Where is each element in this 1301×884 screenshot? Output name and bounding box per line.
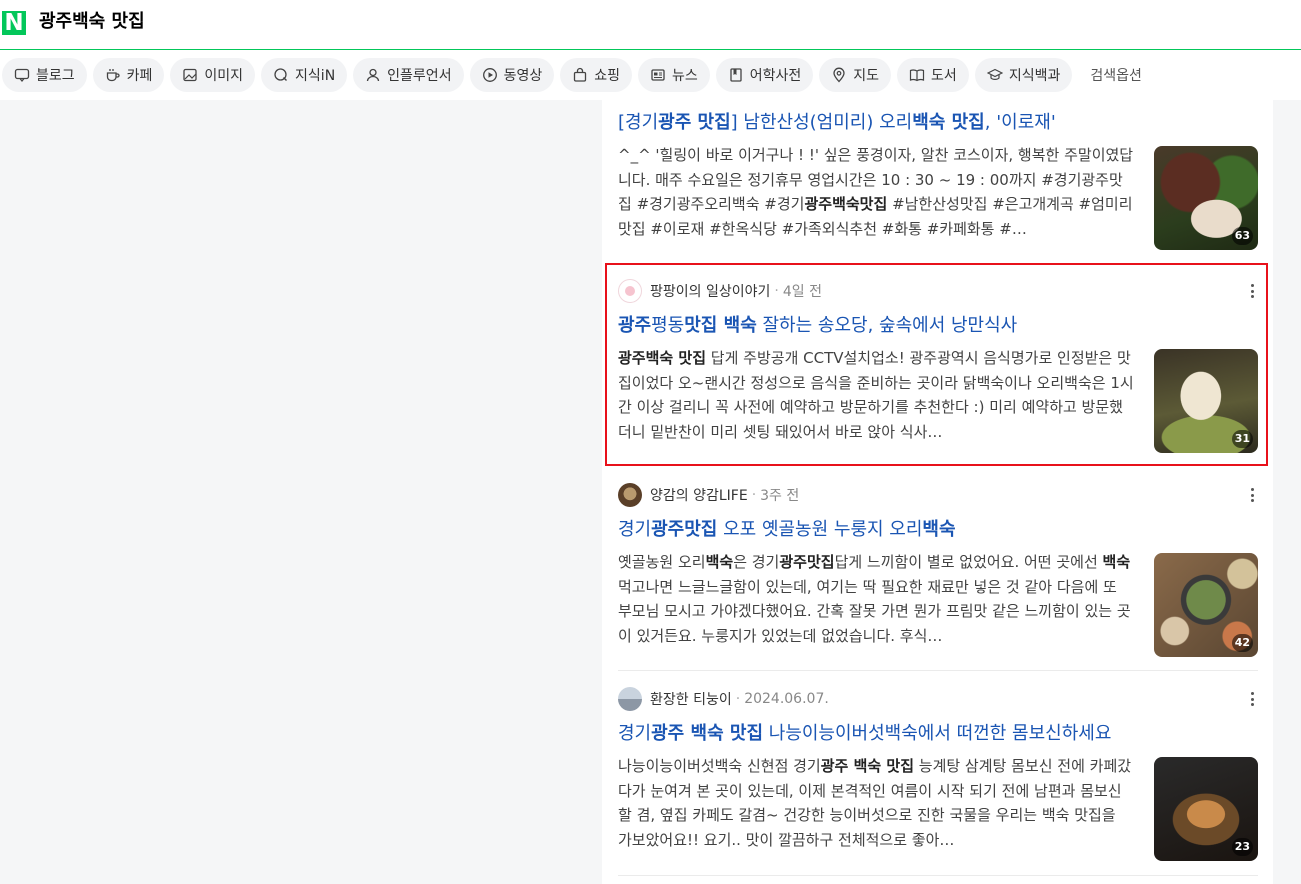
highlight-box	[605, 263, 1268, 466]
meta-separator: ·	[735, 691, 741, 707]
tab-label: 도서	[931, 68, 957, 84]
result-item-4: 환장한 티눙이 · 2024.06.07. 경기광주 백숙 맛집 나능이능이버섯…	[618, 686, 1258, 861]
meta-separator: ·	[751, 487, 757, 503]
text-segment: 오포 옛골농원 누룽지 오리	[717, 519, 923, 540]
highlighted-keyword: 광주 백숙 맛집	[820, 757, 914, 775]
author-name[interactable]: 환장한 티눙이	[650, 689, 732, 709]
blog-icon	[14, 67, 30, 83]
highlighted-keyword: 백숙	[1102, 553, 1131, 571]
post-time: 2024.06.07.	[744, 691, 829, 707]
highlighted-keyword: 광주백숙맛집	[804, 195, 888, 213]
more-options-icon[interactable]	[1246, 690, 1258, 708]
result-item-3: 양감의 양감LIFE · 3주 전 경기광주맛집 오포 옛골농원 누룽지 오리백…	[618, 482, 1258, 657]
more-options-icon[interactable]	[1246, 486, 1258, 504]
result-thumbnail[interactable]: 23	[1154, 757, 1258, 861]
image-count-badge: 42	[1231, 634, 1253, 652]
tab-label: 지식백과	[1008, 68, 1061, 84]
map-pin-icon	[831, 67, 847, 83]
text-segment: , '이로재'	[984, 112, 1056, 133]
result-divider	[618, 875, 1258, 876]
tab-label: 블로그	[36, 68, 75, 84]
image-count-badge: 23	[1231, 838, 1253, 856]
text-segment: ] 남한산성(엄미리) 오리	[730, 112, 913, 133]
qa-icon	[273, 67, 289, 83]
tab-label: 이미지	[204, 68, 244, 84]
tab-label: 카페	[126, 68, 153, 84]
tab-cafe[interactable]: 카페	[92, 58, 165, 92]
image-icon	[182, 67, 198, 83]
tab-label: 어학사전	[749, 68, 802, 84]
tab-label: 동영상	[503, 68, 543, 84]
tab-kin[interactable]: 지식iN	[261, 58, 348, 92]
open-book-icon	[909, 67, 925, 83]
result-title[interactable]: 경기광주맛집 오포 옛골농원 누룽지 오리백숙	[618, 517, 1258, 543]
author-avatar[interactable]	[618, 483, 642, 507]
tab-label: 인플루언서	[387, 68, 452, 84]
search-tabs: 블로그 카페 이미지 지식iN 인플루언서 동영상 쇼핑 뉴스 어학사전 지도 …	[2, 58, 1154, 92]
highlighted-keyword: 광주맛집	[779, 553, 835, 571]
text-segment: 나능이능이버섯백숙 신현점 경기	[618, 757, 821, 775]
person-icon	[365, 67, 381, 83]
image-count-badge: 63	[1231, 227, 1253, 245]
highlighted-keyword: 광주 맛집	[658, 112, 731, 133]
grad-cap-icon	[986, 67, 1003, 83]
author-avatar[interactable]	[618, 687, 642, 711]
author-name[interactable]: 양감의 양감LIFE	[650, 485, 748, 505]
text-segment: 옛골농원 오리	[618, 553, 706, 571]
text-segment: 먹고나면 느글느글함이 있는데, 여기는 딱 필요한 재료만 넣은 것 같아 다…	[618, 577, 1131, 645]
highlighted-keyword: 광주 백숙 맛집	[651, 723, 764, 744]
highlighted-keyword: 백숙	[705, 553, 734, 571]
tab-label: 지식iN	[295, 68, 336, 84]
tab-encyclopedia[interactable]: 지식백과	[974, 58, 1073, 92]
text-segment: 은 경기	[733, 553, 780, 571]
highlighted-keyword: 광주맛집	[651, 519, 718, 540]
bag-icon	[572, 67, 588, 83]
tab-label: 지도	[853, 68, 880, 84]
text-segment: 경기	[618, 519, 652, 540]
tab-video[interactable]: 동영상	[469, 58, 555, 92]
result-description[interactable]: 나능이능이버섯백숙 신현점 경기광주 백숙 맛집 능계탕 삼계탕 몸보신 전에 …	[618, 754, 1134, 861]
result-divider	[618, 670, 1258, 671]
search-options-button[interactable]: 검색옵션	[1078, 58, 1154, 92]
text-segment: 경기	[618, 723, 652, 744]
cafe-icon	[105, 67, 121, 83]
tab-dictionary[interactable]: 어학사전	[715, 58, 814, 92]
news-icon	[650, 67, 666, 83]
tab-news[interactable]: 뉴스	[637, 58, 710, 92]
search-query[interactable]: 광주백숙 맛집	[39, 8, 145, 36]
tab-label: 뉴스	[671, 68, 698, 84]
result-description[interactable]: 옛골농원 오리백숙은 경기광주맛집답게 느끼함이 별로 없었어요. 어떤 곳에선…	[618, 550, 1134, 657]
result-description[interactable]: ^_^ '힐링이 바로 이거구나 ! !' 싶은 풍경이자, 알찬 코스이자, …	[618, 143, 1134, 250]
tab-books[interactable]: 도서	[897, 58, 969, 92]
result-title[interactable]: [경기광주 맛집] 남한산성(엄미리) 오리백숙 맛집, '이로재'	[618, 110, 1258, 136]
result-title[interactable]: 경기광주 백숙 맛집 나능이능이버섯백숙에서 떠껀한 몸보신하세요	[618, 721, 1258, 747]
result-item-1: [경기광주 맛집] 남한산성(엄미리) 오리백숙 맛집, '이로재' ^_^ '…	[618, 110, 1258, 250]
tab-map[interactable]: 지도	[819, 58, 892, 92]
tab-image[interactable]: 이미지	[170, 58, 256, 92]
tab-influencer[interactable]: 인플루언서	[353, 58, 464, 92]
book-icon	[728, 67, 744, 83]
search-header: N 광주백숙 맛집 블로그 카페 이미지 지식iN 인플루언서 동영상 쇼핑 뉴…	[0, 0, 1301, 100]
highlighted-keyword: 백숙	[922, 519, 956, 540]
tab-label: 쇼핑	[594, 68, 620, 84]
text-segment: 나능이능이버섯백숙에서 떠껀한 몸보신하세요	[763, 723, 1112, 744]
result-thumbnail[interactable]: 42	[1154, 553, 1258, 657]
tab-blog[interactable]: 블로그	[2, 58, 87, 92]
play-icon	[482, 67, 498, 83]
header-divider	[0, 49, 1301, 50]
naver-logo[interactable]: N	[2, 11, 26, 35]
text-segment: [경기	[618, 112, 659, 133]
text-segment: 답게 느끼함이 별로 없었어요. 어떤 곳에선	[834, 553, 1103, 571]
blog-results: [경기광주 맛집] 남한산성(엄미리) 오리백숙 맛집, '이로재' ^_^ '…	[602, 100, 1273, 884]
post-time: 3주 전	[760, 488, 800, 504]
tab-shopping[interactable]: 쇼핑	[560, 58, 632, 92]
highlighted-keyword: 백숙 맛집	[912, 112, 985, 133]
result-thumbnail[interactable]: 63	[1154, 146, 1258, 250]
